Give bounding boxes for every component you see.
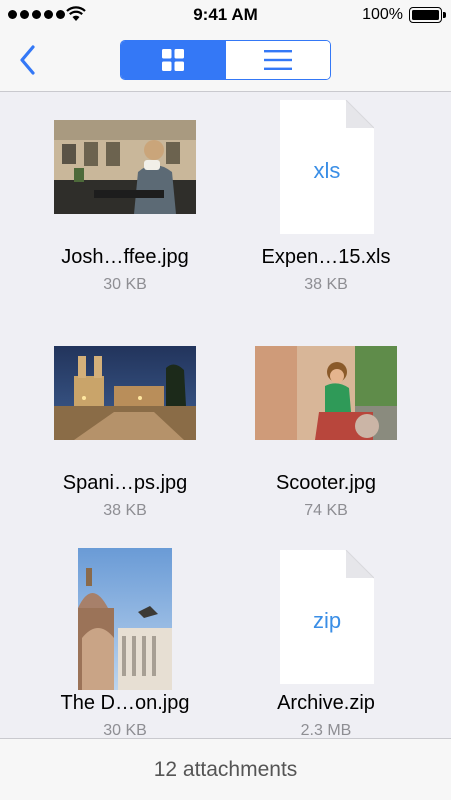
file-name: Josh…ffee.jpg bbox=[61, 246, 189, 268]
view-mode-segmented-control bbox=[120, 40, 331, 80]
grid-view-segment[interactable] bbox=[121, 41, 225, 79]
chevron-left-icon bbox=[20, 45, 35, 75]
navigation-bar bbox=[0, 30, 451, 92]
file-name: Expen…15.xls bbox=[261, 246, 391, 268]
file-size: 38 KB bbox=[103, 502, 147, 519]
file-name: Archive.zip bbox=[277, 692, 375, 714]
attachment-item[interactable]: xls Expen…15.xls 38 KB bbox=[226, 100, 426, 320]
attachment-item[interactable]: Scooter.jpg 74 KB bbox=[226, 346, 426, 546]
bottom-toolbar: 12 attachments bbox=[0, 738, 451, 800]
attachment-count-label: 12 attachments bbox=[153, 758, 298, 781]
photo-thumbnail bbox=[54, 346, 196, 440]
attachment-item[interactable]: zip Archive.zip 2.3 MB bbox=[226, 546, 426, 738]
attachments-grid: Josh…ffee.jpg 30 KB xls Expen…15.xls 38 … bbox=[0, 92, 451, 738]
battery-icon bbox=[409, 7, 446, 23]
photo-thumbnail bbox=[255, 346, 397, 440]
attachment-item[interactable]: Spani…ps.jpg 38 KB bbox=[25, 346, 225, 546]
list-icon bbox=[264, 50, 292, 70]
photo-thumbnail bbox=[54, 120, 196, 214]
attachment-item[interactable]: Josh…ffee.jpg 30 KB bbox=[25, 120, 225, 320]
photo-thumbnail bbox=[78, 548, 172, 690]
grid-icon bbox=[162, 49, 184, 71]
file-size: 30 KB bbox=[103, 276, 147, 293]
list-view-segment[interactable] bbox=[225, 41, 330, 79]
back-button[interactable] bbox=[12, 43, 42, 77]
file-size: 74 KB bbox=[304, 502, 348, 519]
file-name: The D…on.jpg bbox=[60, 692, 190, 714]
file-extension-label: xls bbox=[313, 158, 341, 183]
file-size: 30 KB bbox=[103, 722, 147, 738]
status-bar: 9:41 AM 100% bbox=[0, 0, 451, 30]
file-size: 38 KB bbox=[304, 276, 348, 293]
file-size: 2.3 MB bbox=[300, 722, 352, 738]
file-extension-label: zip bbox=[312, 608, 342, 633]
file-name: Spani…ps.jpg bbox=[62, 472, 188, 494]
attachment-item[interactable]: The D…on.jpg 30 KB bbox=[25, 546, 225, 738]
file-name: Scooter.jpg bbox=[275, 472, 377, 494]
battery-percentage: 100% bbox=[362, 6, 403, 23]
